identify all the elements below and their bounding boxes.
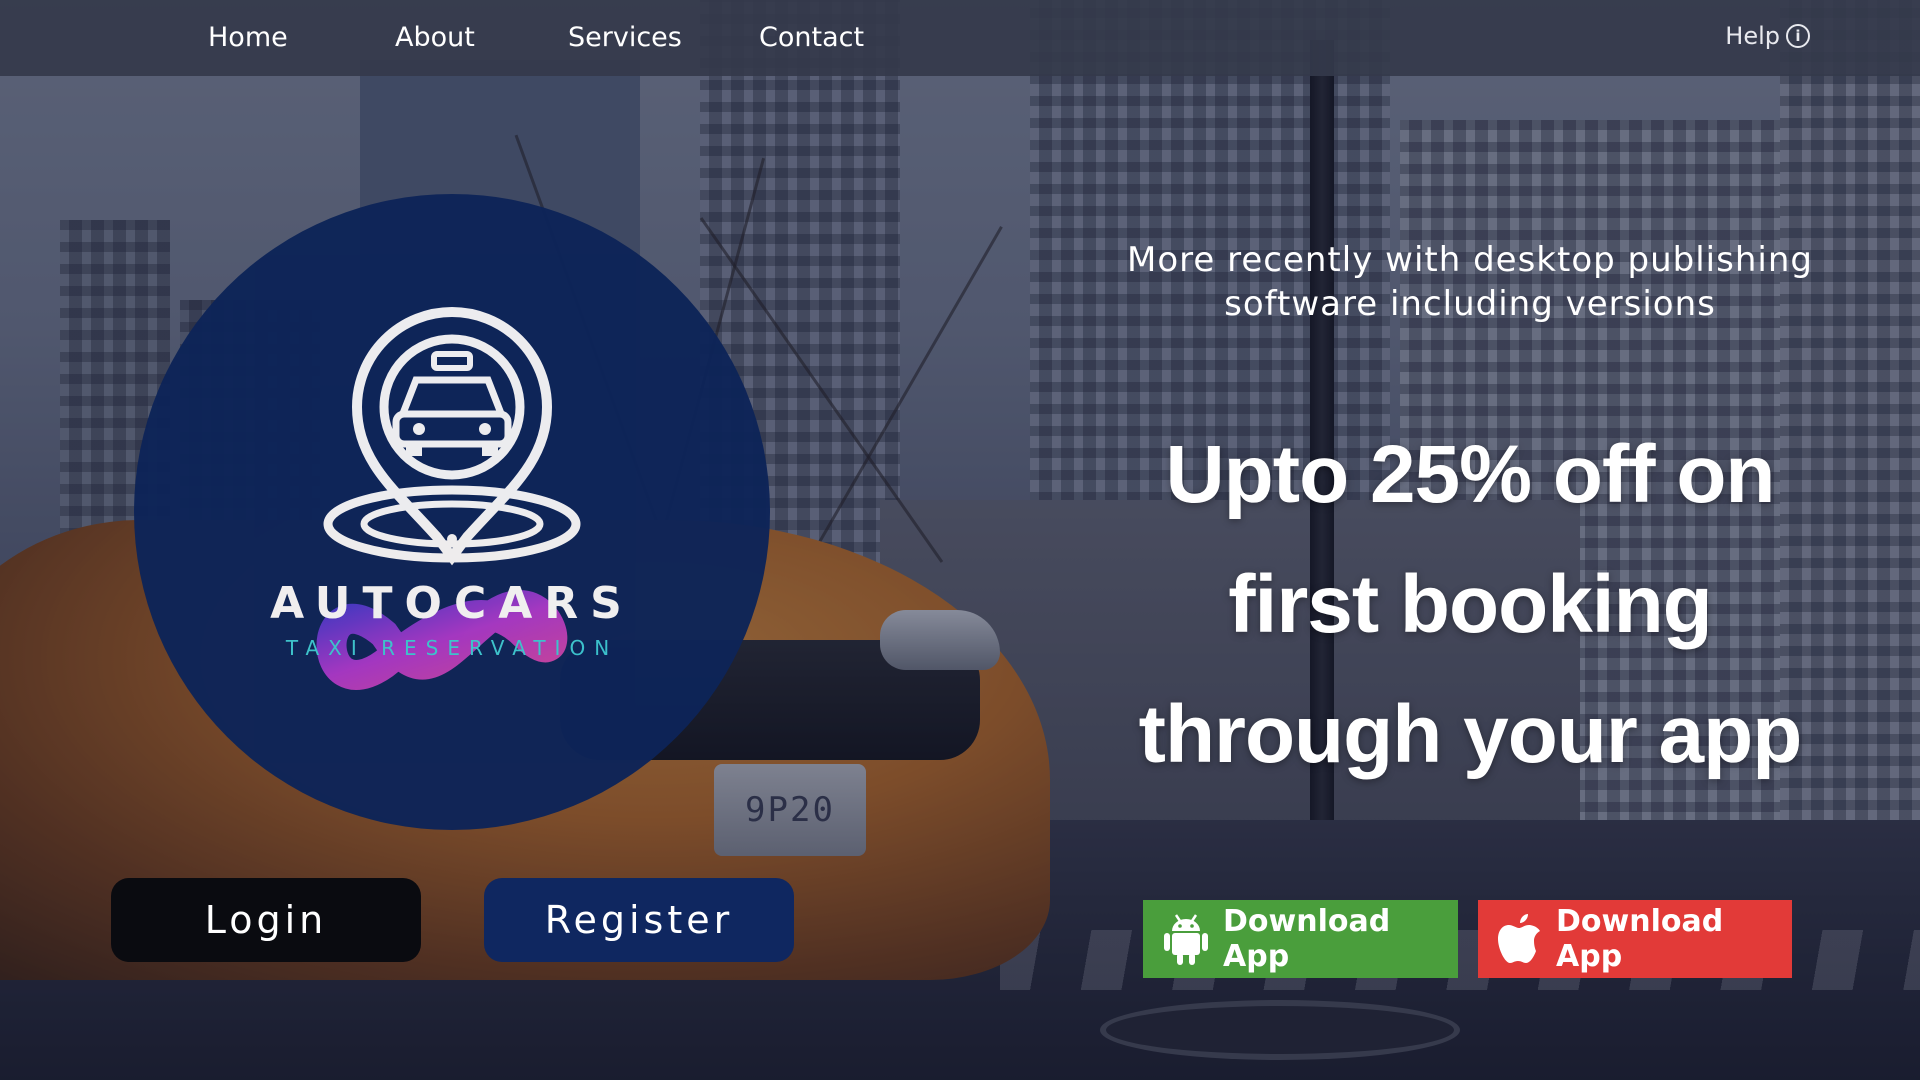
android-icon (1164, 914, 1208, 965)
nav-contact[interactable]: Contact (759, 22, 864, 53)
help-link[interactable]: Help i (1725, 22, 1810, 50)
apple-download-button[interactable]: Download App (1478, 900, 1792, 978)
promo-headline: Upto 25% off on first booking through yo… (1100, 410, 1840, 800)
register-button[interactable]: Register (484, 878, 794, 962)
headline-line: first booking (1228, 559, 1713, 650)
brand-name: AUTOCARS (270, 578, 634, 629)
nav-home[interactable]: Home (208, 22, 288, 53)
android-download-label: Download App (1223, 904, 1391, 974)
taxi-location-pin-icon (316, 306, 581, 690)
help-label: Help (1725, 22, 1780, 50)
info-icon: i (1786, 24, 1810, 48)
promo-subtitle: More recently with desktop publishing so… (1127, 240, 1813, 324)
headline-line: through your app (1138, 689, 1803, 780)
brand-tagline: TAXI RESERVATION (285, 636, 619, 660)
login-button[interactable]: Login (111, 878, 421, 962)
android-download-button[interactable]: Download App (1143, 900, 1458, 978)
apple-icon (1498, 914, 1540, 963)
nav-about[interactable]: About (395, 22, 475, 53)
top-nav: Home About Services Contact Help i (0, 0, 1920, 76)
headline-line: Upto 25% off on (1165, 429, 1775, 520)
nav-services[interactable]: Services (568, 22, 682, 53)
apple-download-label: Download App (1556, 904, 1724, 974)
logo-badge: AUTOCARS TAXI RESERVATION (134, 194, 770, 830)
